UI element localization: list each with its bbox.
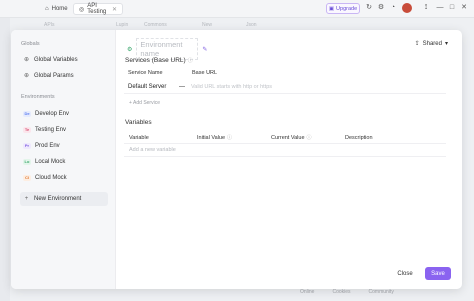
bg-subtab: Lupin [116, 22, 129, 28]
variables-table: Variable Initial Value ⓘ Current Value ⓘ D… [124, 132, 446, 157]
sidebar-item-label: Local Mock [35, 159, 66, 165]
close-tab-icon[interactable]: ✕ [112, 6, 117, 13]
plus-icon: + [24, 195, 29, 202]
col-description: Description [345, 134, 373, 141]
gear-icon[interactable]: ⚙ [377, 4, 385, 12]
sidebar-item-label: Global Variables [34, 57, 78, 63]
info-icon: ⓘ [187, 58, 193, 64]
refresh-icon[interactable]: ↻ [365, 4, 373, 12]
modal-content: ⚙ Environment name ✎ ⇪ Shared ▾ Services… [116, 30, 462, 289]
sidebar-item-label: Prod Env [35, 143, 60, 149]
variables-header: Variable Initial Value ⓘ Current Value ⓘ D… [124, 132, 446, 144]
global-variables-icon: ⊕ [23, 56, 30, 63]
env-color-icon[interactable]: ⚙ [127, 46, 132, 53]
add-service-button[interactable]: + Add Service [129, 100, 160, 106]
sidebar-item-cloud-mock[interactable]: Cl Cloud Mock [20, 172, 108, 184]
status-bar: Online Cookies Community [300, 289, 394, 295]
chevron-down-icon: ▾ [444, 41, 448, 47]
col-current-value: Current Value ⓘ [271, 134, 345, 142]
add-variable-input[interactable]: Add a new variable [124, 144, 446, 157]
cloud-mock-icon: Cl [23, 175, 31, 181]
service-dash: — [179, 84, 185, 90]
develop-env-icon: De [23, 111, 31, 117]
global-params-icon: ⊕ [23, 72, 30, 79]
sidebar-item-global-variables[interactable]: ⊕ Global Variables [20, 54, 108, 66]
sidebar-item-label: Global Params [34, 73, 74, 79]
service-name: Default Server [128, 84, 167, 90]
share-icon: ⇪ [414, 41, 420, 47]
modal-sidebar: Globals ⊕ Global Variables ⊕ Global Para… [11, 30, 116, 289]
col-initial-value: Initial Value ⓘ [197, 134, 271, 142]
sidebar-item-label: Develop Env [35, 111, 70, 117]
col-initial-value-text: Initial Value [197, 134, 226, 141]
status-cookies: Cookies [332, 289, 351, 295]
service-row: Default Server — Valid URL starts with h… [124, 81, 446, 94]
col-service-name: Service Name [128, 70, 163, 76]
variables-title: Variables [125, 119, 152, 126]
bg-subtab: APIs [44, 22, 55, 28]
tab-home[interactable]: ⌂ Home [40, 3, 70, 15]
info-icon: ⓘ [227, 135, 233, 141]
upgrade-icon: ▣ [328, 5, 335, 12]
environments-label: Environments [21, 94, 55, 100]
upgrade-label: Upgrade [336, 5, 358, 12]
new-environment-button[interactable]: + New Environment [20, 192, 108, 206]
status-community: Community [368, 289, 394, 295]
shared-label: Shared [422, 40, 442, 47]
col-variable: Variable [129, 134, 149, 141]
status-online: Online [300, 289, 315, 295]
api-icon: ◎ [79, 6, 85, 13]
sidebar-item-label: Testing Env [35, 127, 67, 133]
testing-env-icon: Te [23, 127, 31, 133]
minimize-icon[interactable]: — [436, 4, 444, 12]
close-window-icon[interactable]: ✕ [460, 4, 468, 12]
tab-api-testing-label: API Testing [87, 3, 107, 15]
top-bar: ⌂ Home ◎ API Testing ✕ ▣ Upgrade ↻ ⚙ ◔ ⟟… [0, 0, 474, 18]
sidebar-item-label: Cloud Mock [35, 175, 67, 181]
sidebar-item-develop-env[interactable]: De Develop Env [20, 108, 108, 120]
bg-subtab: New [202, 22, 213, 28]
sidebar-item-testing-env[interactable]: Te Testing Env [20, 124, 108, 136]
close-button[interactable]: Close [394, 268, 416, 280]
local-mock-icon: Lo [23, 159, 31, 165]
tab-home-label: Home [51, 6, 68, 12]
bg-subtab: Json [246, 22, 257, 28]
background-sidebar [0, 18, 10, 301]
bg-subtab: Commons [144, 22, 167, 28]
sidebar-item-prod-env[interactable]: Pr Prod Env [20, 140, 108, 152]
shared-dropdown[interactable]: ⇪ Shared ▾ [414, 40, 448, 48]
upgrade-button[interactable]: ▣ Upgrade [326, 3, 360, 14]
col-current-value-text: Current Value [271, 134, 305, 141]
edit-icon[interactable]: ✎ [202, 46, 207, 53]
sidebar-item-global-params[interactable]: ⊕ Global Params [20, 70, 108, 82]
col-base-url: Base URL [192, 70, 218, 76]
services-title-text: Services (Base URL) [125, 57, 186, 64]
tab-api-testing[interactable]: ◎ API Testing ✕ [73, 3, 123, 15]
services-header: Service Name Base URL [128, 70, 217, 76]
home-icon: ⌂ [45, 6, 49, 12]
globals-label: Globals [21, 41, 40, 47]
info-icon: ⓘ [306, 135, 312, 141]
base-url-input[interactable]: Valid URL starts with http or https [191, 84, 272, 90]
pin-icon[interactable]: ⟟ [422, 4, 430, 12]
avatar[interactable] [402, 3, 412, 13]
services-title: Services (Base URL) ⓘ [125, 57, 193, 64]
sidebar-item-local-mock[interactable]: Lo Local Mock [20, 156, 108, 168]
prod-env-icon: Pr [23, 143, 31, 149]
maximize-icon[interactable]: □ [448, 4, 456, 12]
environment-modal: Globals ⊕ Global Variables ⊕ Global Para… [11, 30, 462, 289]
save-button[interactable]: Save [425, 267, 451, 280]
bell-icon[interactable]: ◔ [389, 4, 397, 12]
new-environment-label: New Environment [34, 196, 82, 202]
